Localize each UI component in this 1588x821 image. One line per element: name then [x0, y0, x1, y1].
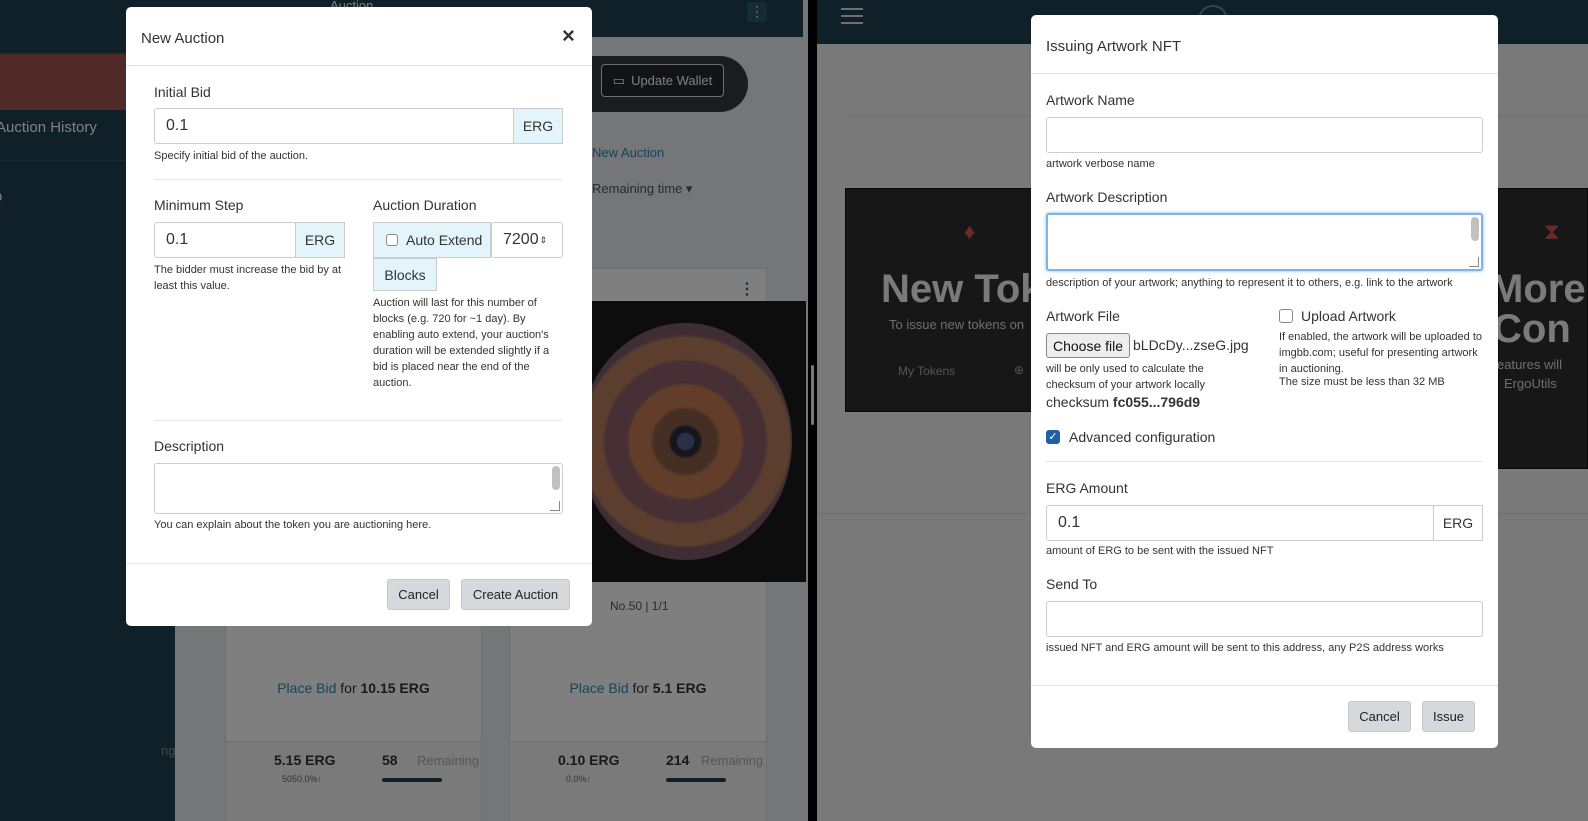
upload-artwork-checkbox[interactable]	[1279, 309, 1293, 323]
initial-bid-help: Specify initial bid of the auction.	[154, 150, 309, 162]
minimum-step-label: Minimum Step	[154, 197, 244, 213]
modal-title: Issuing Artwork NFT	[1046, 38, 1182, 55]
spinner-icon[interactable]: ⇕	[540, 235, 548, 246]
modal-title: New Auction	[141, 30, 225, 47]
split-handle[interactable]	[811, 365, 814, 425]
upload-artwork-label[interactable]: Upload Artwork	[1301, 308, 1396, 324]
auction-duration-value: 7200	[503, 231, 539, 248]
upload-artwork-size-help: The size must be less than 32 MB	[1279, 376, 1445, 388]
erg-amount-label: ERG Amount	[1046, 480, 1128, 496]
modal-header: New Auction ×	[126, 7, 592, 66]
initial-bid-unit: ERG	[513, 108, 563, 144]
artwork-name-help: artwork verbose name	[1046, 158, 1155, 170]
send-to-label: Send To	[1046, 576, 1098, 592]
close-icon[interactable]: ×	[562, 23, 575, 49]
send-to-input[interactable]	[1046, 601, 1483, 637]
erg-amount-input[interactable]: 0.1	[1046, 505, 1434, 541]
erg-amount-help: amount of ERG to be sent with the issued…	[1046, 545, 1274, 557]
resize-handle[interactable]	[550, 501, 560, 511]
auto-extend-checkbox[interactable]	[386, 234, 398, 246]
section-divider	[154, 179, 563, 180]
chosen-filename: bLDcDy...zseG.jpg	[1133, 337, 1249, 353]
cancel-button[interactable]: Cancel	[387, 579, 450, 610]
auction-duration-unit: Blocks	[373, 258, 437, 291]
description-textarea[interactable]	[154, 463, 563, 514]
scrollbar[interactable]	[1471, 217, 1479, 241]
checksum-value: fc055...796d9	[1112, 394, 1201, 410]
auction-duration-input[interactable]: 7200 ⇕	[491, 222, 563, 258]
artwork-description-textarea[interactable]	[1046, 213, 1483, 271]
checksum-row: checksum fc055...796d9	[1046, 394, 1200, 410]
artwork-description-label: Artwork Description	[1046, 189, 1168, 205]
artwork-file-help: will be only used to calculate the check…	[1046, 363, 1205, 391]
advanced-configuration-checkbox[interactable]: ✓	[1046, 430, 1060, 444]
auction-duration-label: Auction Duration	[373, 197, 477, 213]
auto-extend-label: Auto Extend	[406, 232, 483, 248]
choose-file-button[interactable]: Choose file	[1046, 333, 1130, 358]
artwork-file-label: Artwork File	[1046, 308, 1120, 324]
modal-header: Issuing Artwork NFT	[1031, 15, 1498, 74]
minimum-step-input[interactable]: 0.1	[154, 222, 296, 258]
send-to-help: issued NFT and ERG amount will be sent t…	[1046, 642, 1444, 654]
minimum-step-help: The bidder must increase the bid by at l…	[154, 264, 342, 292]
checksum-label: checksum	[1046, 394, 1113, 410]
auto-extend-toggle[interactable]: Auto Extend	[373, 222, 491, 258]
advanced-configuration-label[interactable]: Advanced configuration	[1069, 429, 1215, 445]
auction-duration-help: Auction will last for this number of blo…	[373, 297, 550, 389]
erg-amount-unit: ERG	[1433, 505, 1483, 541]
description-label: Description	[154, 438, 225, 454]
artwork-name-label: Artwork Name	[1046, 92, 1135, 108]
resize-handle[interactable]	[1469, 257, 1479, 267]
new-auction-modal: New Auction × Initial Bid 0.1 ERG Specif…	[126, 7, 592, 626]
section-divider	[1046, 461, 1483, 462]
artwork-name-input[interactable]	[1046, 117, 1483, 153]
cancel-button[interactable]: Cancel	[1348, 701, 1411, 732]
scrollbar[interactable]	[552, 466, 560, 490]
issue-artwork-nft-modal: Issuing Artwork NFT Artwork Name artwork…	[1031, 15, 1498, 748]
description-help: You can explain about the token you are …	[154, 519, 432, 531]
create-auction-button[interactable]: Create Auction	[461, 579, 570, 610]
split-divider[interactable]	[808, 0, 817, 821]
minimum-step-unit: ERG	[295, 222, 345, 258]
initial-bid-input[interactable]: 0.1	[154, 108, 514, 144]
artwork-description-help: description of your artwork; anything to…	[1046, 277, 1453, 289]
issue-button[interactable]: Issue	[1422, 701, 1475, 732]
upload-artwork-help: If enabled, the artwork will be uploaded…	[1279, 331, 1483, 375]
section-divider	[154, 420, 563, 421]
initial-bid-label: Initial Bid	[154, 84, 211, 100]
